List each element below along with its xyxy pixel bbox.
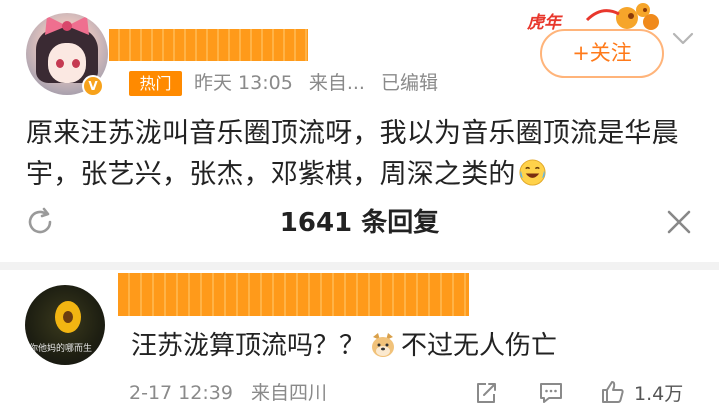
post-text: 原来汪苏泷叫音乐圈顶流呀，我以为音乐圈顶流是华晨宇，张艺兴，张杰，邓紫棋，周深之… [26, 113, 706, 195]
comment-icon[interactable] [538, 381, 564, 405]
reply-text-after: 不过无人伤亡 [401, 331, 558, 361]
thumbs-up-icon[interactable] [600, 379, 626, 405]
post-edited-label: 已编辑 [381, 72, 439, 94]
reply-count-title: 1641 条回复 [279, 208, 440, 238]
post-meta: 昨天 13:05 来自... 已编辑 [194, 70, 448, 96]
reply-date: 2-17 12:39 [129, 382, 233, 404]
post-source: 来自... [308, 72, 365, 94]
reply-text-before: 汪苏泷算顶流吗？？ [131, 331, 366, 361]
verified-badge: V [82, 75, 104, 97]
section-divider [0, 262, 719, 270]
post-time: 昨天 13:05 [194, 72, 293, 94]
post-author-name-redacted[interactable] [109, 29, 308, 61]
reply-text: 汪苏泷算顶流吗？？ 不过无人伤亡 [131, 328, 557, 364]
bow-decoration [45, 16, 89, 35]
follow-button[interactable]: +关注 [540, 29, 664, 78]
laughing-tears-emoji [519, 159, 546, 186]
post-text-content: 原来汪苏泷叫音乐圈顶流呀，我以为音乐圈顶流是华晨宇，张艺兴，张杰，邓紫棋，周深之… [26, 118, 679, 190]
close-icon[interactable] [664, 207, 694, 237]
hot-badge: 热门 [129, 71, 182, 96]
avatar-caption: 你他妈的哪而生 [29, 344, 93, 354]
reply-location: 来自四川 [250, 382, 327, 404]
reply-author-name-redacted[interactable] [118, 273, 469, 316]
repost-icon[interactable] [474, 381, 498, 405]
chevron-down-icon[interactable] [672, 30, 694, 46]
reply-author-avatar[interactable]: 你他妈的哪而生 [25, 285, 105, 365]
reply-meta: 2-17 12:39 来自四川 [129, 380, 339, 406]
like-count: 1.4万 [634, 383, 684, 405]
doge-emoji [372, 333, 395, 357]
